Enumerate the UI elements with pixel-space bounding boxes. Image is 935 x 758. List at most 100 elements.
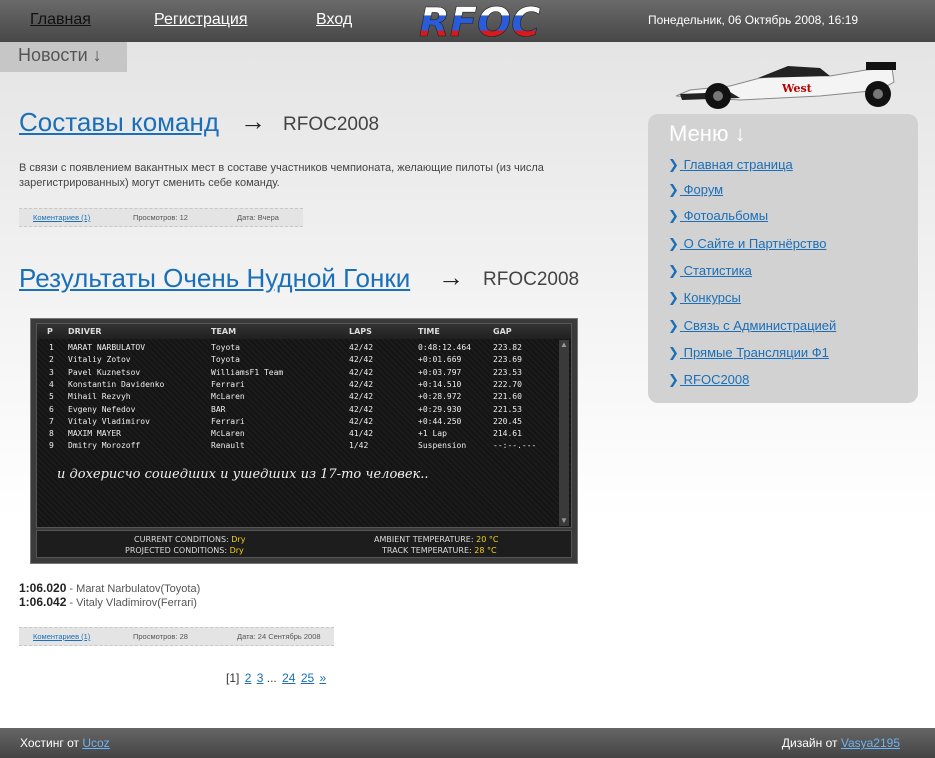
header-time: TIME — [418, 327, 440, 336]
arrow-icon: → — [438, 262, 464, 292]
current-date: Понедельник, 06 Октябрь 2008, 16:19 — [648, 13, 859, 27]
result-row: 9 Dmitry Morozoff Renault 1/42 Suspension --:… — [37, 441, 571, 453]
result-team: Toyota — [211, 343, 240, 352]
result-team: Ferrari — [211, 379, 245, 389]
result-position: 2 — [49, 355, 54, 365]
article-title-results[interactable]: Результаты Очень Нудной Гонки — [19, 263, 410, 294]
result-time: 0:48:12.464 — [418, 343, 471, 352]
arrow-icon: → — [240, 106, 266, 136]
result-team: McLaren — [211, 429, 245, 439]
svg-text:West: West — [781, 82, 813, 95]
result-row: 8 MAXIM MAYER McLaren 41/42 +1 Lap 214.61 — [37, 429, 571, 441]
result-time: +0:03.797 — [418, 367, 462, 377]
result-gap: 222.70 — [493, 379, 522, 389]
menu-item-about[interactable]: ❯ О Сайте и Партнёрство — [668, 236, 826, 252]
page-link-3[interactable]: 3 — [257, 671, 264, 685]
result-time: Suspension — [418, 441, 467, 451]
views-count: Просмотров: 28 — [133, 632, 188, 641]
result-laps: 42/42 — [349, 416, 374, 426]
result-gap: 221.53 — [493, 404, 522, 414]
scroll-down-icon[interactable]: ▼ — [559, 516, 569, 526]
result-gap: 223.53 — [493, 367, 522, 377]
f1-car-image: West — [675, 62, 896, 109]
result-laps: 42/42 — [349, 367, 374, 377]
rfoc-logo[interactable]: RFOC — [415, 0, 563, 42]
menu-item-statistics[interactable]: ❯ Статистика — [668, 263, 752, 279]
chevron-right-icon: ❯ — [668, 157, 679, 172]
header-laps: LAPS — [349, 327, 372, 336]
result-position: 3 — [49, 367, 54, 377]
result-driver: Pavel Kuznetsov — [68, 367, 141, 377]
result-laps: 42/42 — [349, 392, 374, 402]
hosting-link[interactable]: Ucoz — [82, 736, 109, 750]
nav-register-link[interactable]: Регистрация — [154, 11, 248, 29]
results-scrollbar[interactable]: ▲ ▼ — [559, 340, 569, 526]
header-driver: DRIVER — [68, 327, 102, 336]
result-driver: Vitaly Vladimirov — [68, 416, 150, 426]
page-link-2[interactable]: 2 — [245, 671, 252, 685]
projected-conditions: PROJECTED CONDITIONS: Dry — [125, 546, 244, 555]
chevron-right-icon: ❯ — [668, 318, 679, 333]
result-row: 4 Konstantin Davidenko Ferrari 42/42 +0:14.5… — [37, 380, 571, 392]
menu-item-contact[interactable]: ❯ Связь с Администрацией — [668, 318, 836, 334]
result-time: +0:28.972 — [418, 392, 462, 402]
result-time: +0:44.250 — [418, 416, 462, 426]
menu-item-photos[interactable]: ❯ Фотоальбомы — [668, 208, 768, 224]
result-team: Toyota — [211, 355, 240, 365]
result-position: 4 — [49, 379, 54, 389]
views-count: Просмотров: 12 — [133, 213, 188, 222]
designer-link[interactable]: Vasya2195 — [841, 736, 900, 750]
result-laps: 41/42 — [349, 429, 374, 439]
top-navigation-bar: Главная Регистрация Вход RFOC Понедельни… — [0, 0, 935, 42]
result-time: +0:14.510 — [418, 379, 462, 389]
menu-item-broadcasts[interactable]: ❯ Прямые Трансляции Ф1 — [668, 345, 829, 361]
article-category: RFOC2008 — [283, 114, 380, 135]
result-row: 7 Vitaly Vladimirov Ferrari 42/42 +0:44.250 2… — [37, 417, 571, 429]
page-link-25[interactable]: 25 — [301, 671, 314, 685]
header-position: P — [47, 327, 53, 336]
nav-home-link[interactable]: Главная — [30, 11, 91, 29]
result-position: 7 — [49, 416, 54, 426]
article-meta-bar: Коментариев (1) Просмотров: 12 Дата: Вче… — [19, 208, 303, 227]
news-tab[interactable]: Новости ↓ — [0, 42, 127, 72]
result-driver: Evgeny Nefedov — [68, 404, 136, 414]
menu-item-forum[interactable]: ❯ Форум — [668, 182, 723, 198]
result-time: +0:29.930 — [418, 404, 462, 414]
result-time: +1 Lap — [418, 429, 447, 439]
header-gap: GAP — [493, 327, 512, 336]
ambient-temperature: AMBIENT TEMPERATURE: 20 °C — [374, 535, 499, 544]
result-gap: 223.82 — [493, 343, 522, 352]
article-date: Дата: 24 Сентябрь 2008 — [237, 632, 321, 641]
result-driver: MARAT NARBULATOV — [68, 343, 146, 352]
chevron-right-icon: ❯ — [668, 263, 679, 278]
menu-item-contests[interactable]: ❯ Конкурсы — [668, 290, 741, 306]
result-driver: MAXIM MAYER — [68, 429, 121, 439]
result-row: 6 Evgeny Nefedov BAR 42/42 +0:29.930 221.53 — [37, 405, 571, 417]
result-driver: Konstantin Davidenko — [68, 379, 165, 389]
article-title-teams[interactable]: Составы команд — [19, 107, 219, 138]
footer-design: Дизайн от Vasya2195 — [781, 736, 900, 750]
chevron-right-icon: ❯ — [668, 290, 679, 305]
page-link-24[interactable]: 24 — [282, 671, 295, 685]
track-temperature: TRACK TEMPERATURE: 28 °C — [382, 546, 497, 555]
page-ellipsis: ... — [266, 671, 277, 685]
result-position: 6 — [49, 404, 54, 414]
result-gap: 214.61 — [493, 429, 522, 439]
comments-link[interactable]: Коментариев (1) — [33, 213, 90, 222]
comments-link[interactable]: Коментариев (1) — [33, 632, 90, 641]
menu-item-home[interactable]: ❯ Главная страница — [668, 157, 793, 173]
result-laps: 42/42 — [349, 379, 374, 389]
nav-login-link[interactable]: Вход — [316, 11, 352, 29]
result-team: McLaren — [211, 392, 245, 402]
result-time: +0:01.669 — [418, 355, 462, 365]
result-gap: --:--.--- — [493, 441, 537, 451]
result-driver: Vitaliy Zotov — [68, 355, 131, 365]
page-next-link[interactable]: » — [320, 671, 327, 685]
race-results-image: P DRIVER TEAM LAPS TIME GAP 1 MARAT NARBU… — [30, 318, 578, 564]
result-team: Ferrari — [211, 416, 245, 426]
result-driver: Mihail Rezvyh — [68, 392, 131, 402]
article-text: В связи с появлением вакантных мест в со… — [19, 162, 544, 189]
scroll-up-icon[interactable]: ▲ — [559, 340, 569, 350]
menu-item-rfoc2008[interactable]: ❯ RFOC2008 — [668, 372, 749, 388]
page-current: [1] — [226, 671, 240, 685]
